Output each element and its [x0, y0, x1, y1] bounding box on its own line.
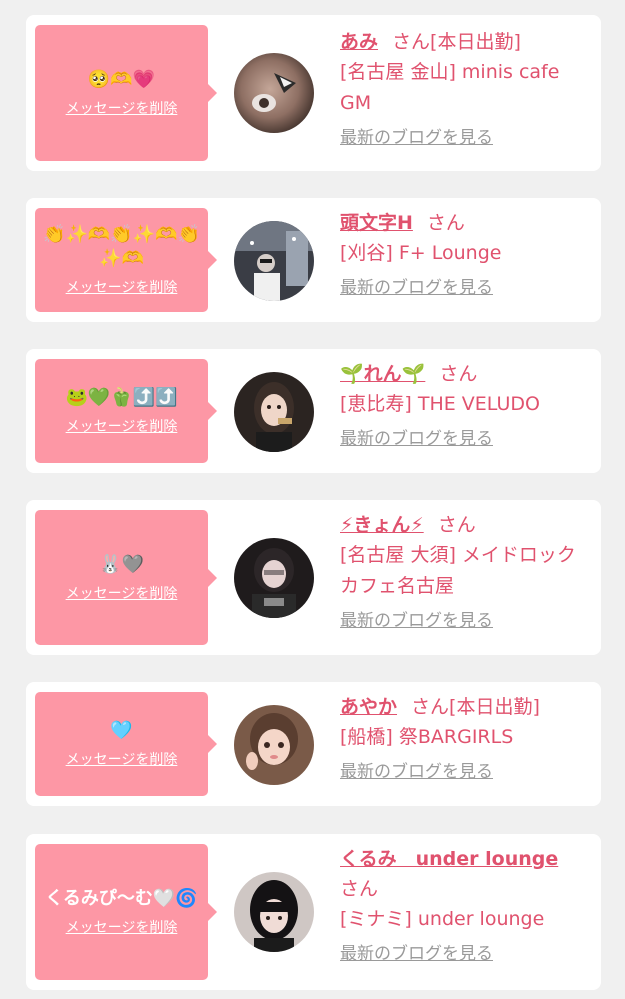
- view-blog-link[interactable]: 最新のブログを見る: [340, 608, 493, 634]
- delete-message-link[interactable]: メッセージを削除: [66, 917, 178, 937]
- cast-card: 🐸💚🫑⤴️⤴️ メッセージを削除 🌱れん🌱 さん [恵比寿] THE VELUDO…: [26, 349, 601, 473]
- shop-text: [名古屋 金山] minis cafe GM: [340, 61, 560, 114]
- cast-card: 🐰🩶 メッセージを削除 ⚡きょん⚡ さん [名古屋 大須] メイドロックカフェ名古…: [26, 500, 601, 655]
- delete-message-link[interactable]: メッセージを削除: [66, 277, 178, 297]
- avatar[interactable]: [234, 705, 314, 785]
- avatar[interactable]: [234, 53, 314, 133]
- cast-card: 👏✨🫶👏✨🫶👏✨🫶 メッセージを削除 頭文字H さん [刈谷] F+ Lounge…: [26, 198, 601, 322]
- cast-info: ⚡きょん⚡ さん [名古屋 大須] メイドロックカフェ名古屋 最新のブログを見る: [340, 510, 587, 634]
- avatar-photo: [234, 538, 314, 618]
- message-text: 🥺🫶💗: [87, 69, 156, 90]
- shop-text: [刈谷] F+ Lounge: [340, 242, 502, 264]
- shop-text: [ミナミ] under lounge: [340, 908, 545, 930]
- cast-info: あやか さん[本日出勤] [船橋] 祭BARGIRLS 最新のブログを見る: [340, 692, 587, 785]
- message-text: 🐰🩶: [99, 553, 144, 575]
- cast-info: 🌱れん🌱 さん [恵比寿] THE VELUDO 最新のブログを見る: [340, 359, 587, 452]
- message-text: くるみぴ〜む🤍🌀: [45, 888, 198, 909]
- avatar-photo: [234, 372, 314, 452]
- view-blog-link[interactable]: 最新のブログを見る: [340, 125, 493, 151]
- cast-name-link[interactable]: あみ: [340, 31, 378, 53]
- avatar-photo: [234, 705, 314, 785]
- message-bubble: 🐸💚🫑⤴️⤴️ メッセージを削除: [35, 359, 217, 463]
- cast-info: くるみ under lounge さん [ミナミ] under lounge 最…: [340, 844, 587, 967]
- favorite-cast-list: 🥺🫶💗 メッセージを削除 あみ さん[本日出勤] [名古屋 金山] minis …: [0, 0, 625, 999]
- honorific: さん: [411, 696, 450, 718]
- honorific: さん: [426, 212, 465, 234]
- avatar-photo: [234, 872, 314, 952]
- cast-name-link[interactable]: 頭文字H: [340, 212, 413, 234]
- message-bubble: 🥺🫶💗 メッセージを削除: [35, 25, 217, 161]
- cast-name-link[interactable]: あやか: [340, 696, 397, 718]
- avatar-photo: [234, 53, 314, 133]
- shop-text: [名古屋 大須] メイドロックカフェ名古屋: [340, 544, 576, 597]
- status-badge: [本日出勤]: [449, 696, 540, 718]
- delete-message-link[interactable]: メッセージを削除: [66, 416, 178, 436]
- honorific: さん: [437, 514, 476, 536]
- honorific: さん: [340, 878, 379, 900]
- honorific: さん: [439, 363, 478, 385]
- view-blog-link[interactable]: 最新のブログを見る: [340, 275, 493, 301]
- view-blog-link[interactable]: 最新のブログを見る: [340, 941, 493, 967]
- message-bubble: 🩵 メッセージを削除: [35, 692, 217, 796]
- view-blog-link[interactable]: 最新のブログを見る: [340, 759, 493, 785]
- view-blog-link[interactable]: 最新のブログを見る: [340, 426, 493, 452]
- cast-info: あみ さん[本日出勤] [名古屋 金山] minis cafe GM 最新のブログ…: [340, 27, 587, 151]
- delete-message-link[interactable]: メッセージを削除: [66, 98, 178, 118]
- delete-message-link[interactable]: メッセージを削除: [66, 583, 178, 603]
- message-text: 🐸💚🫑⤴️⤴️: [65, 387, 178, 408]
- message-bubble: 🐰🩶 メッセージを削除: [35, 510, 217, 645]
- shop-text: [恵比寿] THE VELUDO: [340, 393, 540, 415]
- avatar[interactable]: [234, 372, 314, 452]
- cast-name-link[interactable]: ⚡きょん⚡: [340, 514, 424, 536]
- cast-name-link[interactable]: くるみ under lounge: [340, 848, 558, 870]
- avatar-photo: [234, 221, 314, 301]
- honorific: さん: [392, 31, 431, 53]
- message-bubble: 👏✨🫶👏✨🫶👏✨🫶 メッセージを削除: [35, 208, 217, 312]
- avatar[interactable]: [234, 221, 314, 301]
- message-text: 👏✨🫶👏✨🫶👏✨🫶: [43, 224, 200, 269]
- avatar[interactable]: [234, 538, 314, 618]
- cast-card: 🩵 メッセージを削除 あやか さん[本日出勤] [船橋] 祭BARGIRLS 最新…: [26, 682, 601, 806]
- message-bubble: くるみぴ〜む🤍🌀 メッセージを削除: [35, 844, 217, 980]
- cast-card: くるみぴ〜む🤍🌀 メッセージを削除 くるみ under lounge さん [ミ…: [26, 834, 601, 990]
- cast-info: 頭文字H さん [刈谷] F+ Lounge 最新のブログを見る: [340, 208, 587, 301]
- cast-card: 🥺🫶💗 メッセージを削除 あみ さん[本日出勤] [名古屋 金山] minis …: [26, 15, 601, 171]
- delete-message-link[interactable]: メッセージを削除: [66, 749, 178, 769]
- avatar[interactable]: [234, 872, 314, 952]
- status-badge: [本日出勤]: [430, 31, 521, 53]
- cast-name-link[interactable]: 🌱れん🌱: [340, 363, 425, 385]
- shop-text: [船橋] 祭BARGIRLS: [340, 726, 514, 748]
- message-text: 🩵: [110, 720, 133, 741]
